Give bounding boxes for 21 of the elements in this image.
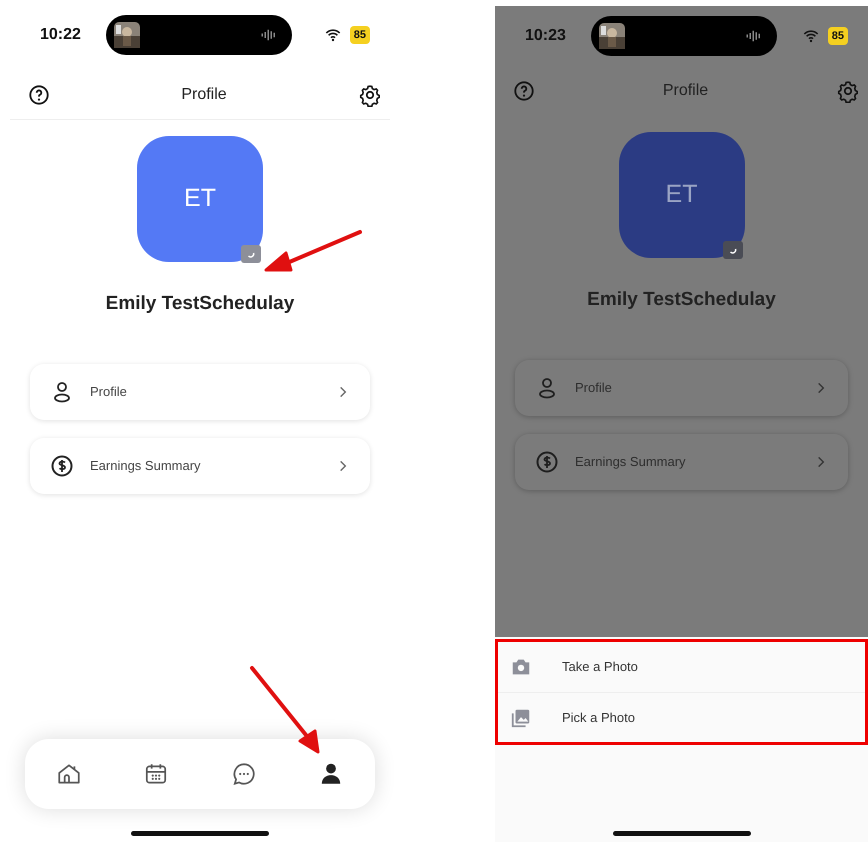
- camera-badge[interactable]: [722, 241, 742, 259]
- battery-level: 85: [828, 26, 848, 46]
- screen-title: Profile: [662, 81, 708, 101]
- dollar-icon: [50, 454, 74, 478]
- dollar-icon: [535, 450, 559, 474]
- screen-title: Profile: [181, 84, 227, 104]
- avatar-initials: ET: [184, 183, 216, 214]
- sheet-option[interactable]: Take a Photo: [498, 642, 865, 692]
- menu-card[interactable]: Profile: [30, 364, 370, 420]
- user-name: Emily TestSchedulay: [104, 292, 296, 316]
- wifi-icon: [802, 28, 820, 44]
- avatar-initials: ET: [666, 179, 698, 210]
- sheet-option[interactable]: Pick a Photo: [498, 692, 865, 742]
- menu-card[interactable]: Earnings Summary: [30, 438, 370, 494]
- settings-icon[interactable]: [358, 82, 382, 106]
- status-time: 10:22: [40, 25, 82, 45]
- status-time: 10:23: [525, 26, 567, 46]
- help-icon[interactable]: [28, 84, 50, 106]
- wifi-icon: [324, 27, 342, 43]
- user-name: Emily TestSchedulay: [586, 288, 777, 312]
- battery-level: 85: [350, 26, 370, 44]
